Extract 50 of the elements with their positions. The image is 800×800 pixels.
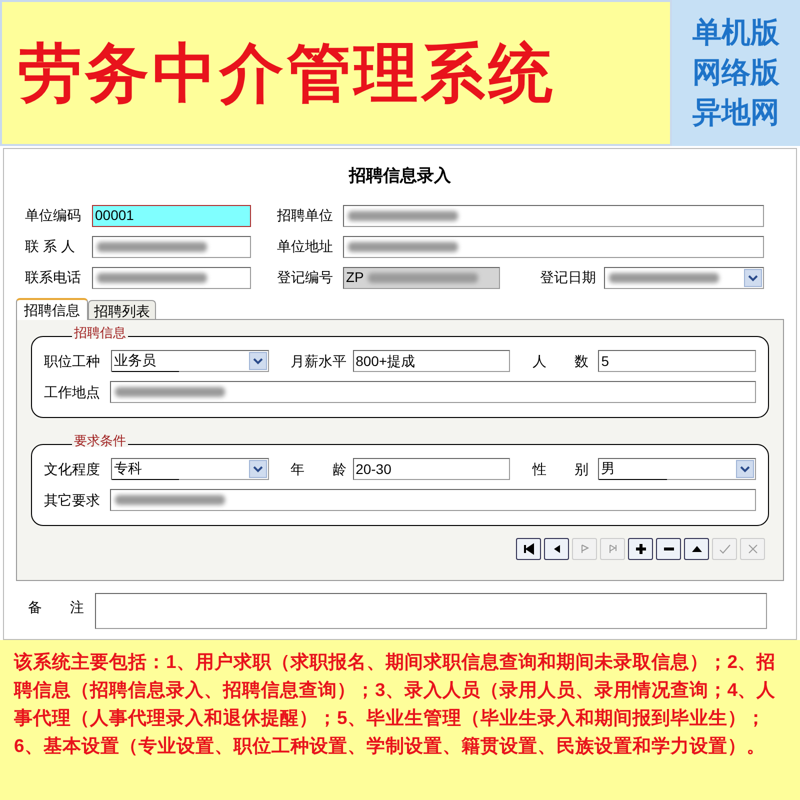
tab[interactable]: 招聘信息 xyxy=(16,298,88,320)
field-label: 单位地址 xyxy=(277,237,334,256)
tab[interactable]: 招聘列表 xyxy=(88,300,156,318)
field-label: 登记编号 xyxy=(277,268,334,287)
edition-label: 异地网 xyxy=(692,96,780,132)
field-label: 工作地点 xyxy=(44,382,101,402)
field-label: 备 注 xyxy=(28,598,85,616)
form-title: 招聘信息录入 xyxy=(349,165,451,187)
field-label: 联系电话 xyxy=(25,268,82,287)
plus-icon xyxy=(634,542,648,556)
add-record-button[interactable] xyxy=(628,538,653,560)
input-field[interactable]: 5 xyxy=(598,350,756,372)
banner-title: 劳务中介管理系统 xyxy=(18,41,556,105)
input-field[interactable]: 20-30 xyxy=(352,458,510,480)
field-label: 职位工种 xyxy=(44,352,101,370)
dropdown-field[interactable]: 男 xyxy=(598,458,756,480)
input-field[interactable] xyxy=(343,204,764,226)
field-label: 其它要求 xyxy=(44,490,101,510)
cross-icon xyxy=(746,542,760,556)
input-field[interactable]: 800+提成 xyxy=(352,350,510,372)
edition-label: 网络版 xyxy=(692,56,780,91)
field-label: 月薪水平 xyxy=(290,352,348,370)
field-label: 年 龄 xyxy=(290,460,348,478)
field-label: 单位编码 xyxy=(25,206,82,225)
remark-field[interactable] xyxy=(95,592,767,628)
input-field[interactable]: 00001 xyxy=(92,204,251,226)
group-legend: 要求条件 xyxy=(72,434,128,446)
edit-record-button[interactable] xyxy=(684,538,709,560)
delete-record-button[interactable] xyxy=(656,538,681,560)
field-label: 性 别 xyxy=(532,460,590,478)
input-field[interactable] xyxy=(343,236,764,258)
edition-label: 单机版 xyxy=(692,16,780,51)
input-field[interactable] xyxy=(110,381,756,403)
dropdown-field[interactable] xyxy=(604,266,764,288)
group-legend: 招聘信息 xyxy=(72,326,128,338)
field-label: 招聘单位 xyxy=(277,206,334,225)
input-field[interactable] xyxy=(92,266,251,288)
input-field[interactable] xyxy=(110,489,756,511)
field-label: 文化程度 xyxy=(44,460,101,478)
previous-record-button[interactable] xyxy=(544,538,569,560)
dropdown-field[interactable]: 专科 xyxy=(110,458,269,480)
description-text: 该系统主要包括：1、用户求职（求职报名、期间求职信息查询和期间未录取信息）；2、招聘信息（招聘信息录入、招聘信息查询）；3、录入人员（录用人员、录用情况查询；4、人事代理（人事代理录入和退休提醒）；5、毕业生管理（毕业生录入和期间报到毕业生）；6、基本设置（专业设置、职位工种设置、学制设置、籍贯设置、民族设置和学力设置）。 xyxy=(14,650,777,758)
field-label: 联 系 人 xyxy=(25,237,76,256)
input-field[interactable] xyxy=(92,236,251,258)
field-label: 登记日期 xyxy=(540,268,597,287)
first-record-button[interactable] xyxy=(516,538,541,560)
dropdown-field[interactable]: 业务员 xyxy=(110,350,269,372)
skip-start-icon xyxy=(522,542,536,556)
input-field: ZP xyxy=(343,266,500,288)
field-label: 人 数 xyxy=(532,352,590,370)
